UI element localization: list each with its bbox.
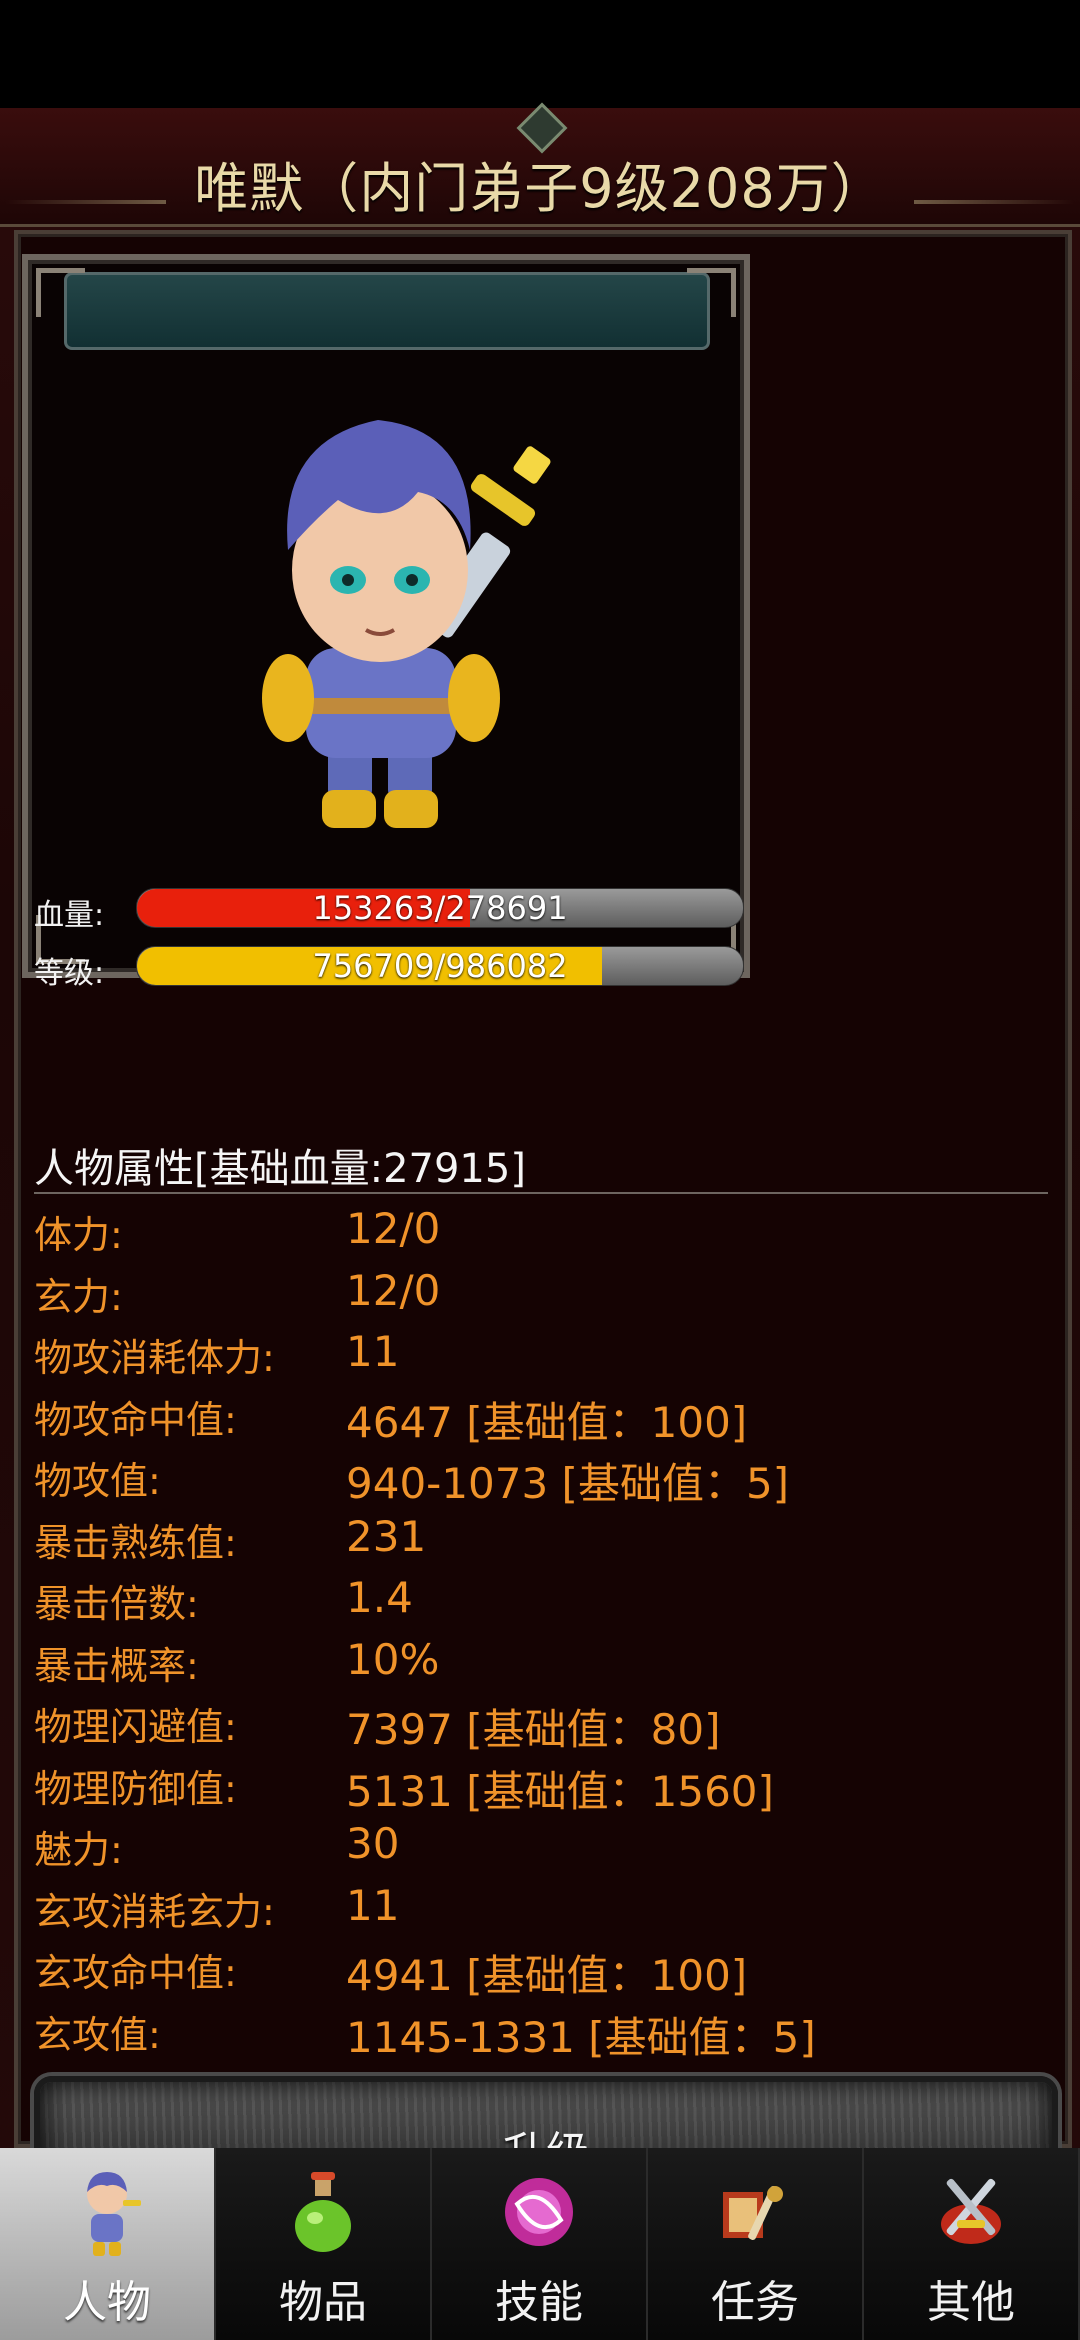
crossed-swords-icon	[931, 2164, 1011, 2260]
attribute-label: 物理闪避值:	[34, 1705, 237, 1749]
nav-tab-quest-scroll[interactable]: 任务	[648, 2148, 864, 2340]
hp-value: 153263/278691	[312, 889, 568, 927]
attribute-value: 7397 [基础值：80]	[346, 1705, 721, 1754]
attribute-row: 物攻值: 940-1073 [基础值：5]	[34, 1444, 1048, 1508]
attribute-value: 4647 [基础值：100]	[346, 1397, 748, 1447]
attribute-value: 11	[346, 1880, 400, 1930]
attribute-row: 玄力: 12/0	[34, 1260, 1048, 1322]
attribute-label: 玄攻消耗玄力:	[34, 1889, 275, 1934]
attribute-row: 暴击概率: 10%	[34, 1629, 1048, 1691]
attribute-value: 10%	[346, 1634, 440, 1684]
nav-tab-label: 其他	[927, 2277, 1015, 2328]
attributes-header: 人物属性[基础血量:27915]	[34, 1146, 526, 1192]
attribute-row: 物理闪避值: 7397 [基础值：80]	[34, 1690, 1048, 1754]
character-portrait	[22, 254, 750, 978]
attribute-value: 12/0	[346, 1204, 441, 1253]
skill-orb-icon	[499, 2164, 579, 2260]
nav-tab-crossed-swords[interactable]: 其他	[864, 2148, 1080, 2340]
hp-bar: 153263/278691	[136, 888, 744, 928]
attribute-label: 暴击熟练值:	[34, 1520, 237, 1565]
nav-tab-potion[interactable]: 物品	[216, 2148, 432, 2340]
nav-tab-label: 技能	[495, 2277, 583, 2328]
hp-label: 血量:	[34, 898, 105, 933]
attribute-value: 940-1073 [基础值：5]	[346, 1459, 790, 1508]
attribute-label: 玄攻值:	[34, 2012, 161, 2057]
attribute-row: 玄攻值: 1145-1331 [基础值：5]	[34, 1998, 1048, 2062]
attribute-row: 物攻消耗体力: 11	[34, 1321, 1048, 1383]
level-exp-bar: 756709/986082	[136, 946, 744, 986]
level-exp-value: 756709/986082	[312, 947, 568, 985]
attribute-row: 玄攻命中值: 4941 [基础值：100]	[34, 1936, 1048, 2000]
attributes-list[interactable]: 体力: 12/0 玄力: 12/0 物攻消耗体力: 11 物攻命中值: 4647 [基础值：1…	[34, 1198, 1048, 2070]
potion-icon	[283, 2164, 363, 2260]
attribute-row: 物攻命中值: 4647 [基础值：100]	[34, 1383, 1048, 1447]
attribute-row: 体力: 12/0	[34, 1198, 1048, 1260]
attribute-label: 物攻消耗体力:	[34, 1336, 275, 1380]
title-bar: 唯默（内门弟子9级208万）	[0, 102, 1080, 227]
attribute-label: 物理防御值:	[34, 1766, 237, 1811]
attribute-label: 玄攻命中值:	[34, 1951, 237, 1995]
attributes-divider	[34, 1192, 1048, 1194]
attribute-row: 魅力: 30	[34, 1813, 1048, 1875]
attribute-label: 暴击倍数:	[34, 1582, 199, 1626]
bottom-nav: 人物 物品 技能 任务 其他	[0, 2148, 1080, 2340]
page-title: 唯默（内门弟子9级208万）	[194, 157, 886, 220]
attribute-value: 5131 [基础值：1560]	[346, 1766, 774, 1816]
portrait-nameplate	[64, 272, 710, 350]
attribute-value: 1.4	[346, 1573, 413, 1622]
attribute-value: 231	[346, 1511, 427, 1561]
status-bar-area	[0, 0, 1080, 108]
attribute-label: 物攻值:	[34, 1459, 161, 1503]
attribute-value: 30	[346, 1819, 400, 1868]
attribute-label: 体力:	[34, 1213, 123, 1257]
attribute-label: 玄力:	[34, 1274, 123, 1319]
attribute-label: 魅力:	[34, 1828, 123, 1872]
attribute-row: 物理防御值: 5131 [基础值：1560]	[34, 1752, 1048, 1816]
nav-tab-label: 人物	[63, 2277, 151, 2328]
attribute-label: 暴击概率:	[34, 1643, 199, 1688]
attribute-row: 玄攻消耗玄力: 11	[34, 1875, 1048, 1937]
nav-tab-label: 任务	[711, 2277, 799, 2328]
character-avatar	[262, 420, 551, 828]
level-label: 等级:	[34, 956, 105, 991]
nav-tab-label: 物品	[279, 2277, 367, 2328]
attribute-value: 4941 [基础值：100]	[346, 1951, 748, 2000]
quest-scroll-icon	[715, 2164, 795, 2260]
nav-tab-character[interactable]: 人物	[0, 2148, 216, 2340]
character-icon	[67, 2164, 147, 2260]
attribute-row: 暴击熟练值: 231	[34, 1506, 1048, 1568]
attribute-value: 11	[346, 1327, 400, 1376]
attribute-row: 暴击倍数: 1.4	[34, 1567, 1048, 1629]
nav-tab-skill-orb[interactable]: 技能	[432, 2148, 648, 2340]
attribute-label: 物攻命中值:	[34, 1397, 237, 1442]
character-panel-frame: 唯默（内门弟子9级208万） 血量: 153263/278691 等级: 756…	[0, 102, 1080, 2232]
attribute-value: 12/0	[346, 1265, 441, 1315]
attribute-value: 1145-1331 [基础值：5]	[346, 2012, 816, 2062]
